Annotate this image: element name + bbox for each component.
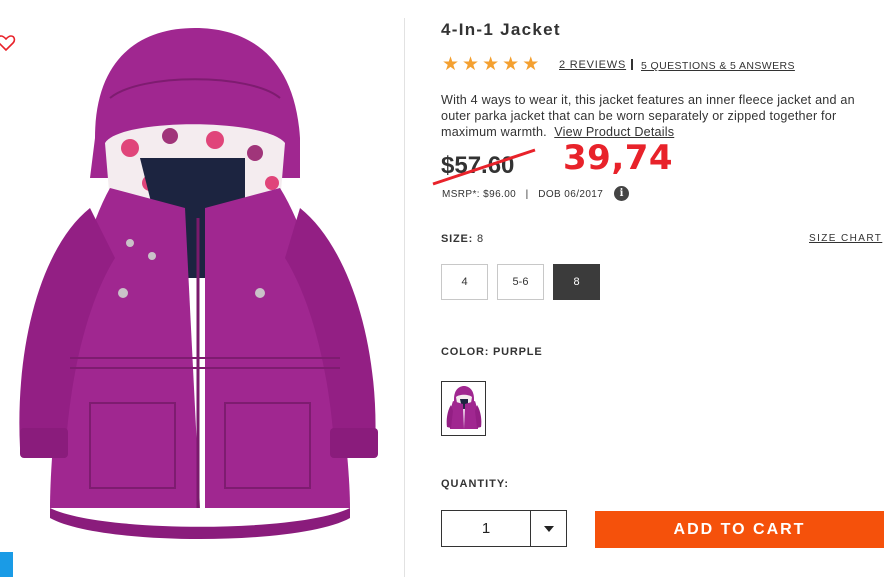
size-label-text: SIZE: [441,233,474,245]
column-divider [404,18,405,577]
msrp-value: MSRP*: $96.00 [442,189,517,200]
info-icon[interactable]: i [614,186,629,201]
star-icon: ★ [502,54,520,75]
size-selected-value: 8 [476,233,484,245]
star-icon: ★ [522,54,540,75]
size-option-8[interactable]: 8 [553,264,600,300]
color-label: COLOR: PURPLE [441,346,543,358]
chevron-down-icon [543,525,554,532]
quantity-label: QUANTITY: [441,478,510,490]
star-rating: ★ ★ ★ ★ ★ [442,55,539,75]
annotated-new-price: 39,74 [563,138,674,178]
size-chart-link[interactable]: SIZE CHART [809,233,882,244]
add-to-cart-button[interactable]: ADD TO CART [595,511,884,548]
product-image[interactable] [10,18,395,563]
dob-value: DOB 06/2017 [538,189,604,200]
strikethrough-annotation [432,148,536,186]
jacket-thumbnail [446,385,481,429]
reviews-link[interactable]: 2 REVIEWS [559,59,626,71]
quantity-select[interactable]: 1 [441,510,567,547]
star-icon: ★ [482,54,500,75]
questions-answers-link[interactable]: 5 QUESTIONS & 5 ANSWERS [641,60,795,72]
star-icon: ★ [462,54,480,75]
view-product-details-link[interactable]: View Product Details [554,125,674,139]
star-icon: ★ [442,54,460,75]
product-title: 4-In-1 Jacket [441,20,561,39]
size-option-5-6[interactable]: 5-6 [497,264,544,300]
size-label: SIZE: 8 [441,233,484,245]
separator [631,59,633,70]
quantity-value: 1 [442,511,531,546]
color-swatch-purple[interactable] [441,381,486,436]
msrp-text: MSRP*: $96.00 | DOB 06/2017 [442,189,604,200]
quantity-dropdown-button[interactable] [531,511,566,546]
size-option-4[interactable]: 4 [441,264,488,300]
product-description: With 4 ways to wear it, this jacket feat… [441,92,881,140]
